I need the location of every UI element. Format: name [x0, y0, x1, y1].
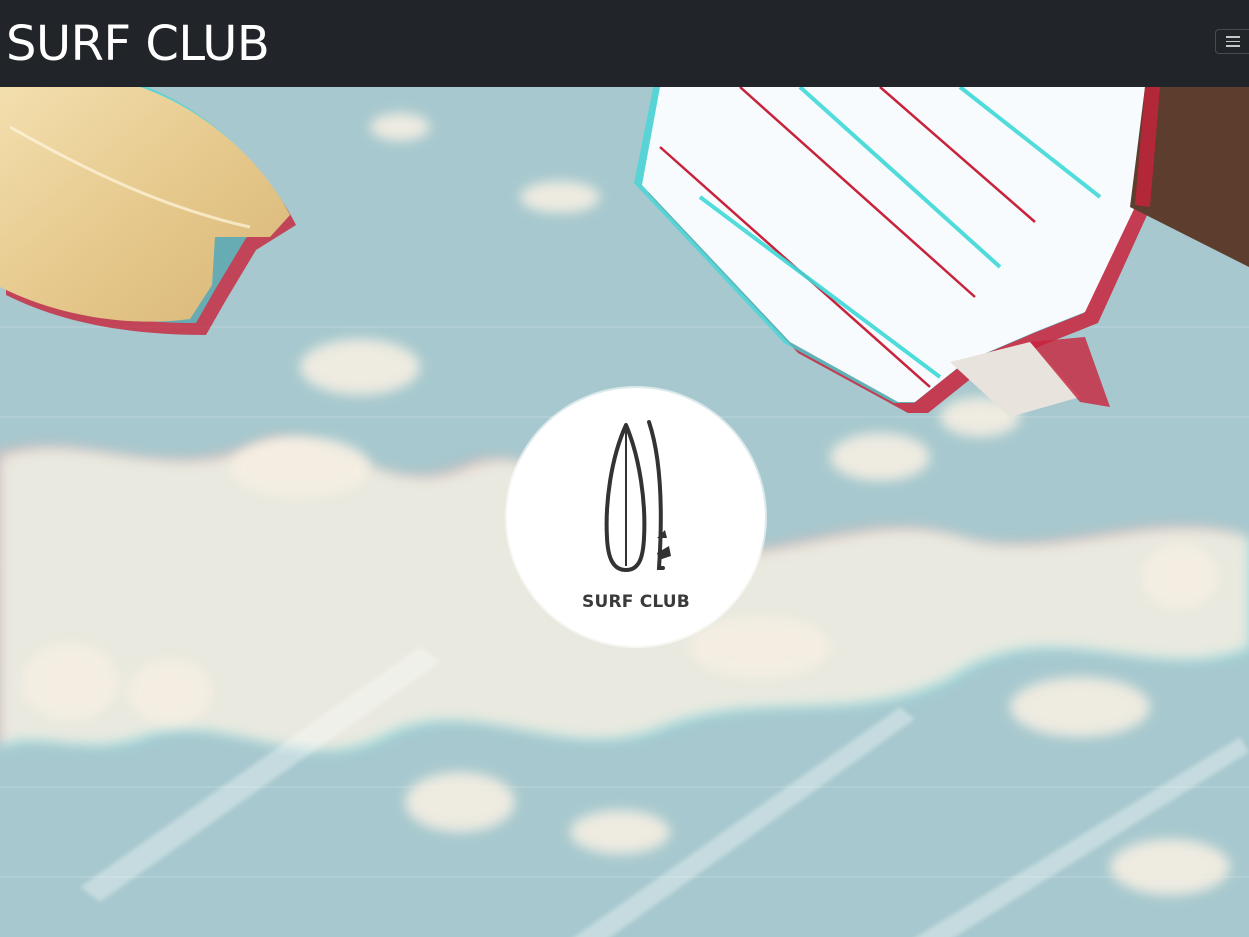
- hamburger-menu-icon-line: [1225, 45, 1240, 47]
- hamburger-menu-button[interactable]: [1215, 29, 1249, 54]
- hamburger-menu-icon-line: [1225, 40, 1240, 43]
- surf-club-logo: SURF CLUB: [507, 388, 765, 646]
- hero-video-background: SURF CLUB: [0, 87, 1249, 937]
- brand-title[interactable]: SURF CLUB: [6, 14, 270, 74]
- navbar: SURF CLUB: [0, 0, 1249, 87]
- logo-text: SURF CLUB: [582, 592, 690, 612]
- hamburger-menu-icon-line: [1225, 36, 1240, 38]
